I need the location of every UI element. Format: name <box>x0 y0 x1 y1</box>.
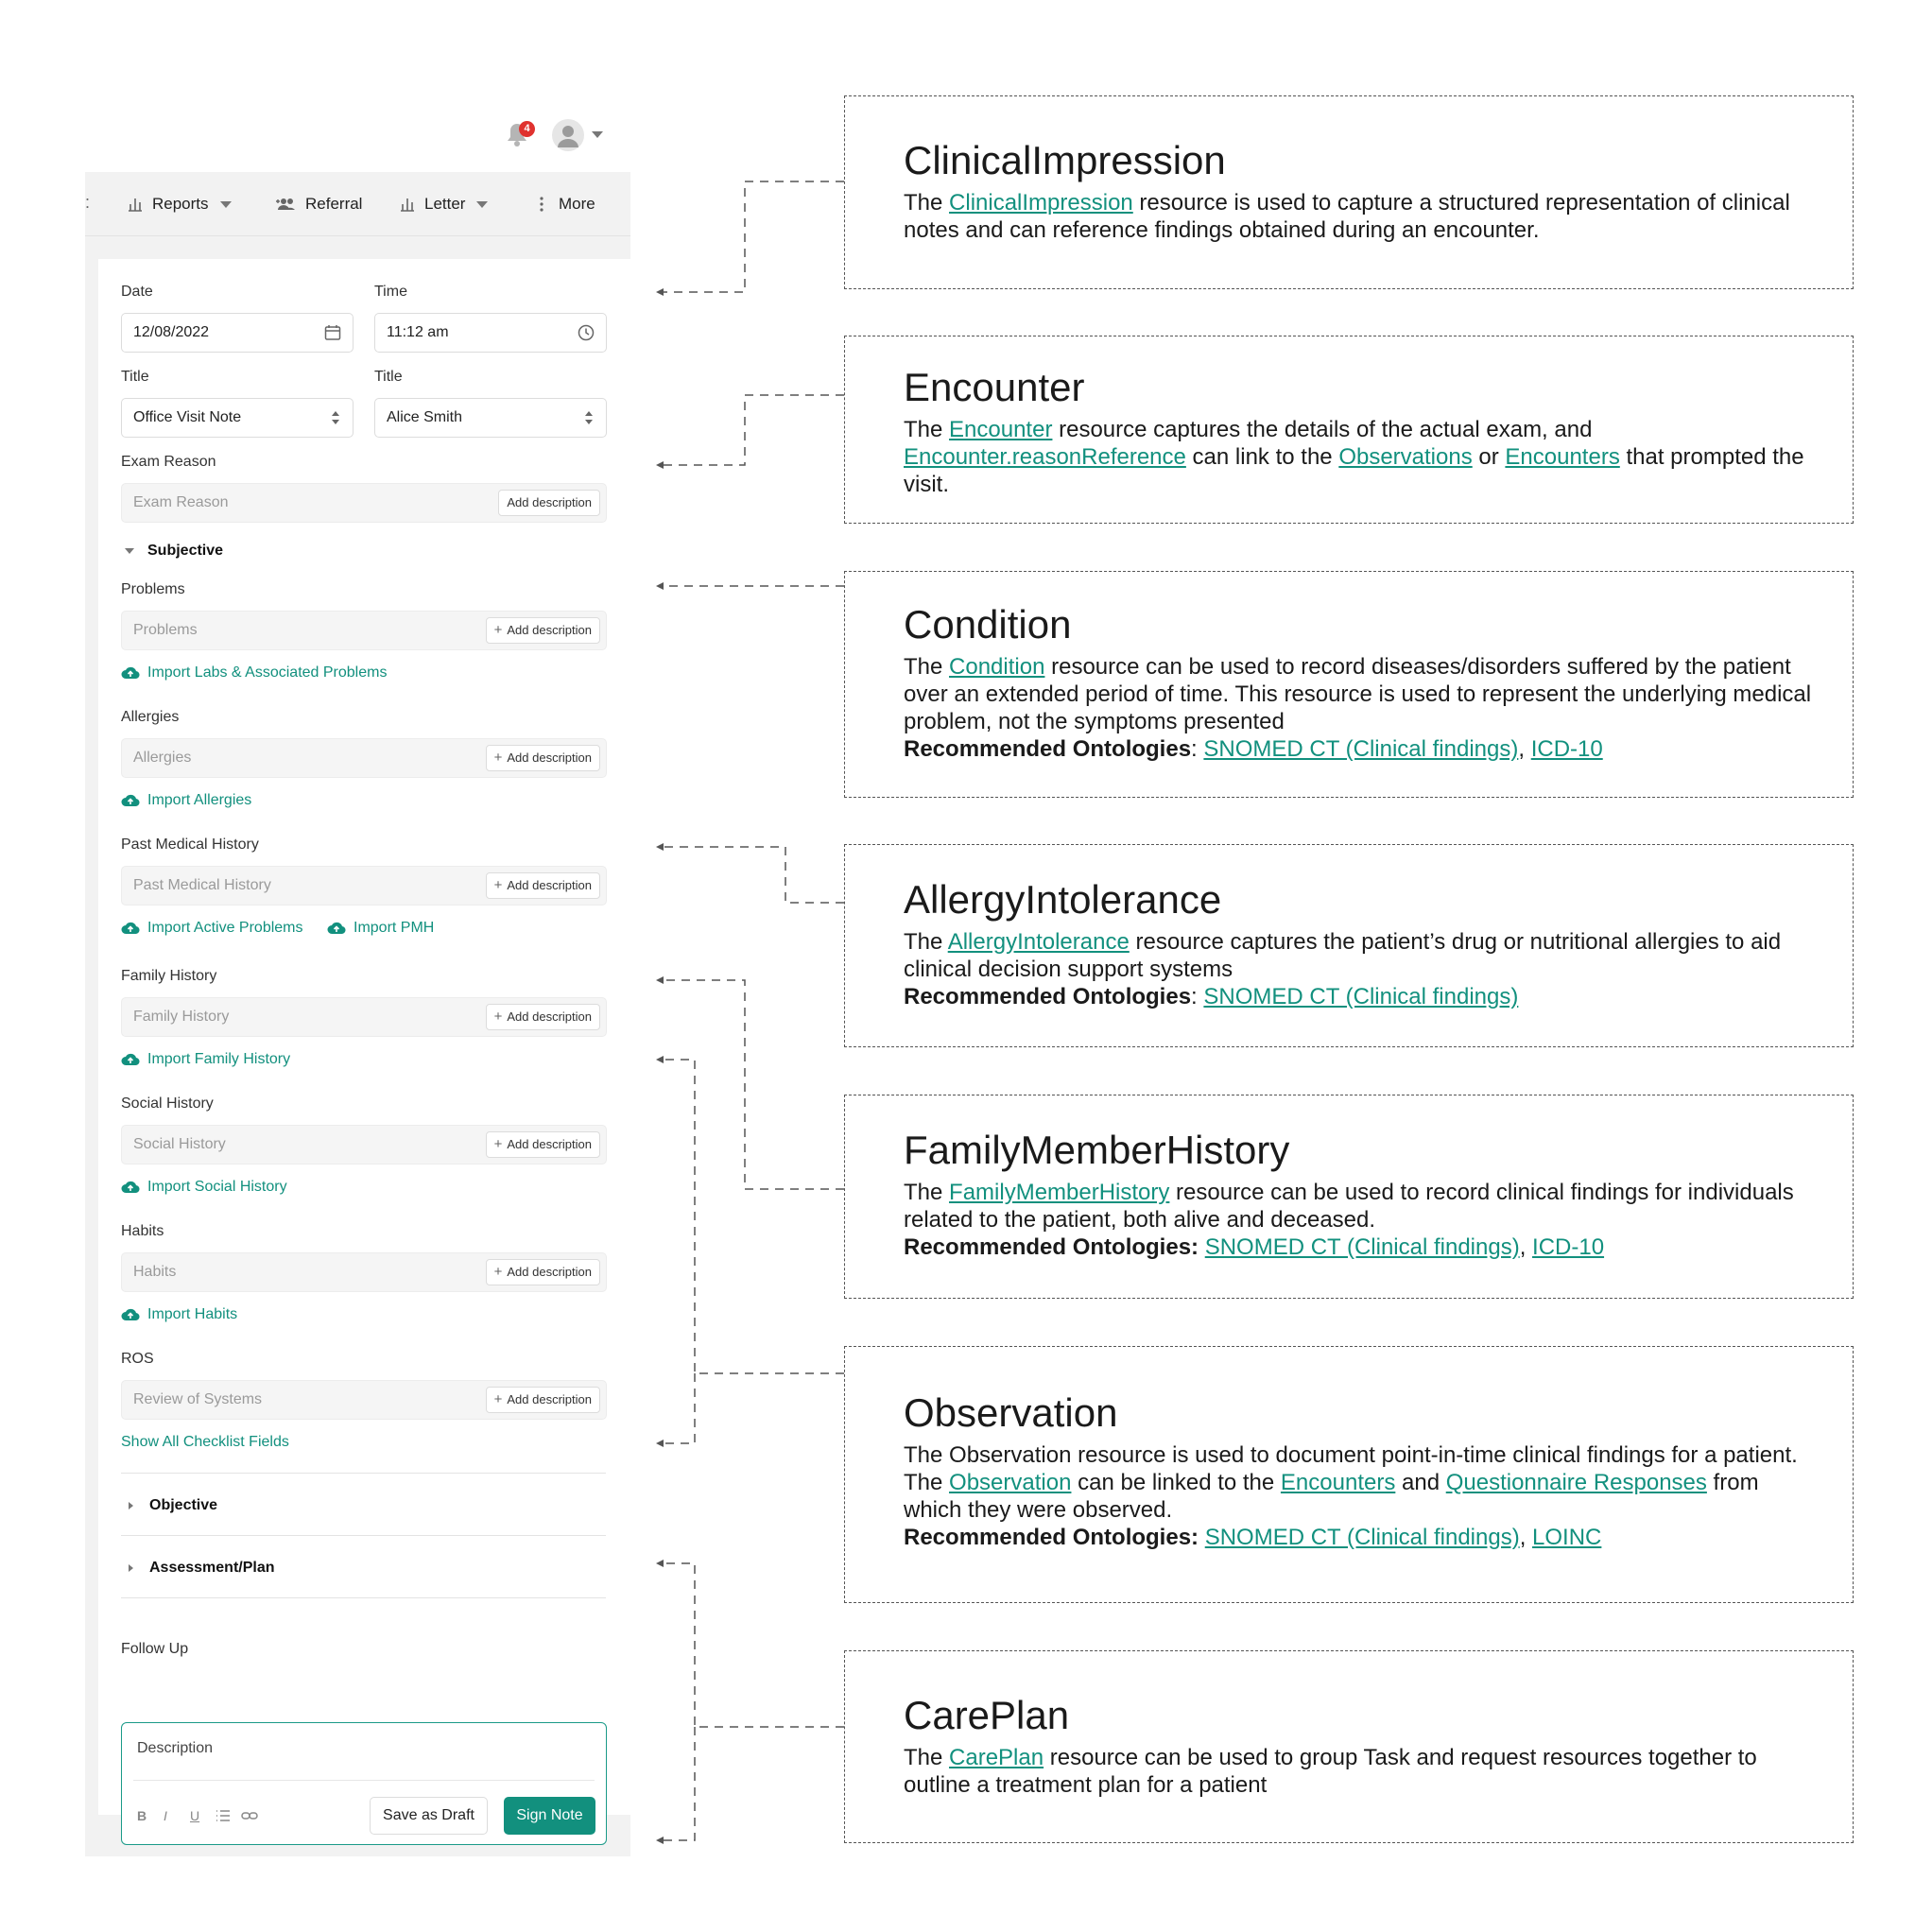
annotation-title: Observation <box>904 1390 1118 1435</box>
annotation-title: FamilyMemberHistory <box>904 1128 1290 1172</box>
snomed-ct-link[interactable]: SNOMED CT (Clinical findings) <box>1205 1525 1520 1550</box>
annotation-text: The ClinicalImpression resource is used … <box>904 190 1790 243</box>
careplan-link[interactable]: CarePlan <box>949 1745 1044 1770</box>
arrow-head <box>656 843 664 851</box>
encounters-link[interactable]: Encounters <box>1505 444 1619 470</box>
loinc-link[interactable]: LOINC <box>1532 1525 1601 1550</box>
arrow-head <box>656 1837 664 1844</box>
clinical-impression-link[interactable]: ClinicalImpression <box>949 190 1133 216</box>
arrow-head <box>656 976 664 984</box>
encounters-link[interactable]: Encounters <box>1281 1470 1395 1495</box>
annotation-text: The Condition resource can be used to re… <box>904 654 1812 762</box>
annotation-text: The Encounter resource captures the deta… <box>904 417 1804 497</box>
arrow-head <box>656 1440 664 1447</box>
arrow-head <box>656 1560 664 1567</box>
arrow-head <box>656 582 664 590</box>
connector-allergy <box>662 846 844 904</box>
observations-link[interactable]: Observations <box>1338 444 1472 470</box>
connector-family-history <box>662 979 844 1190</box>
connector-careplan <box>662 1562 844 1841</box>
annotation-title: CarePlan <box>904 1693 1070 1737</box>
condition-link[interactable]: Condition <box>949 654 1044 680</box>
arrow-head <box>656 1056 664 1063</box>
icd-10-link[interactable]: ICD-10 <box>1531 736 1603 762</box>
annotation-title: Encounter <box>904 365 1085 409</box>
allergy-intolerance-link[interactable]: AllergyIntolerance <box>948 929 1130 955</box>
family-member-history-link[interactable]: FamilyMemberHistory <box>949 1180 1169 1205</box>
snomed-ct-link[interactable]: SNOMED CT (Clinical findings) <box>1205 1234 1520 1260</box>
encounter-link[interactable]: Encounter <box>949 417 1052 442</box>
annotation-text: The AllergyIntolerance resource captures… <box>904 929 1782 1009</box>
annotation-condition: Condition The Condition resource can be … <box>844 571 1854 798</box>
questionnaire-responses-link[interactable]: Questionnaire Responses <box>1446 1470 1707 1495</box>
arrow-head <box>656 288 664 296</box>
annotation-encounter: Encounter The Encounter resource capture… <box>844 336 1854 524</box>
annotation-text: The CarePlan resource can be used to gro… <box>904 1745 1757 1798</box>
connector-observation <box>662 1059 844 1444</box>
annotation-title: ClinicalImpression <box>904 138 1226 182</box>
annotation-text: The FamilyMemberHistory resource can be … <box>904 1180 1794 1260</box>
encounter-reason-reference-link[interactable]: Encounter.reasonReference <box>904 444 1186 470</box>
snomed-ct-link[interactable]: SNOMED CT (Clinical findings) <box>1203 984 1518 1009</box>
icd-10-link[interactable]: ICD-10 <box>1532 1234 1604 1260</box>
annotation-title: Condition <box>904 602 1072 647</box>
snomed-ct-link[interactable]: SNOMED CT (Clinical findings) <box>1203 736 1518 762</box>
annotation-careplan: CarePlan The CarePlan resource can be us… <box>844 1650 1854 1843</box>
annotation-text: The Observation resource is used to docu… <box>904 1442 1798 1550</box>
annotation-title: AllergyIntolerance <box>904 877 1222 922</box>
observation-link[interactable]: Observation <box>949 1470 1071 1495</box>
arrow-head <box>656 461 664 469</box>
connector-encounter <box>662 394 844 466</box>
connector-clinical-impression <box>662 181 844 293</box>
annotation-observation: Observation The Observation resource is … <box>844 1346 1854 1603</box>
annotation-clinical-impression: ClinicalImpression The ClinicalImpressio… <box>844 95 1854 289</box>
annotation-allergy-intolerance: AllergyIntolerance The AllergyIntoleranc… <box>844 844 1854 1047</box>
annotation-family-member-history: FamilyMemberHistory The FamilyMemberHist… <box>844 1095 1854 1299</box>
